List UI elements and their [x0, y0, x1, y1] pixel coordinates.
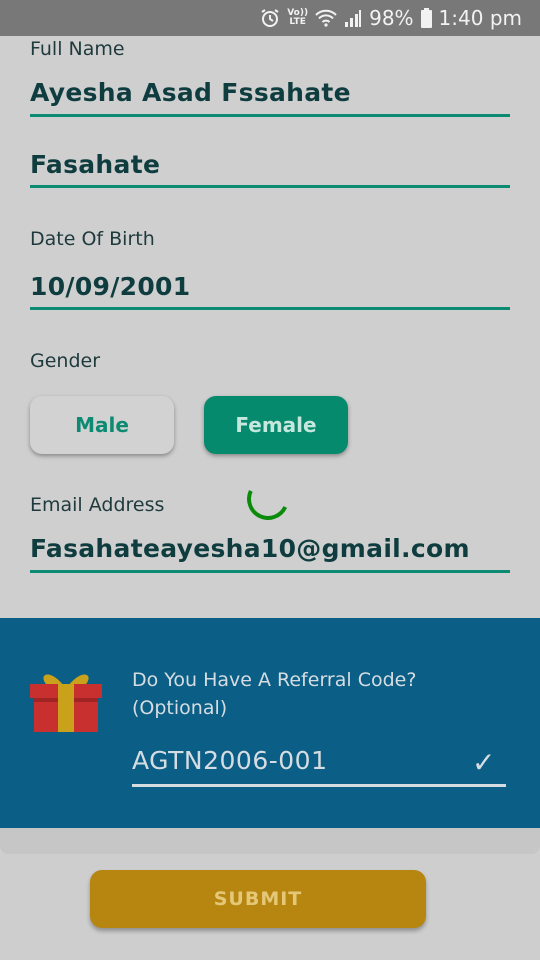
full-name-label: Full Name	[30, 38, 125, 60]
gift-icon	[28, 664, 104, 738]
battery-percent: 98%	[369, 6, 414, 30]
gender-female-button[interactable]: Female	[204, 396, 348, 454]
gender-label: Gender	[30, 350, 101, 372]
submit-button[interactable]: SUBMIT	[90, 870, 426, 928]
gender-male-button[interactable]: Male	[30, 396, 174, 454]
last-name-field[interactable]: Fasahate	[30, 150, 160, 179]
dob-label: Date Of Birth	[30, 228, 155, 250]
wifi-icon	[315, 9, 337, 27]
email-field[interactable]: Fasahateayesha10@gmail.com	[30, 534, 470, 563]
clock-time: 1:40 pm	[438, 6, 522, 30]
referral-code-field[interactable]: AGTN2006-001	[132, 746, 327, 775]
email-label: Email Address	[30, 494, 165, 516]
check-icon: ✓	[472, 746, 496, 779]
battery-icon	[420, 8, 432, 28]
volte-indicator: Vo)) LTE	[287, 8, 309, 27]
status-bar: Vo)) LTE 98% 1:40 pm	[0, 0, 540, 36]
first-name-underline	[30, 114, 510, 117]
first-name-field[interactable]: Ayesha Asad Fssahate	[30, 78, 351, 107]
last-name-underline	[30, 185, 510, 188]
dob-underline	[30, 307, 510, 310]
signal-icon	[344, 9, 362, 27]
email-underline	[30, 570, 510, 573]
referral-underline	[132, 784, 506, 787]
card-bottom-edge	[0, 828, 540, 854]
dob-field[interactable]: 10/09/2001	[30, 272, 190, 301]
profile-form	[0, 36, 540, 618]
referral-question: Do You Have A Referral Code? (Optional)	[132, 669, 417, 719]
alarm-icon	[260, 8, 280, 28]
